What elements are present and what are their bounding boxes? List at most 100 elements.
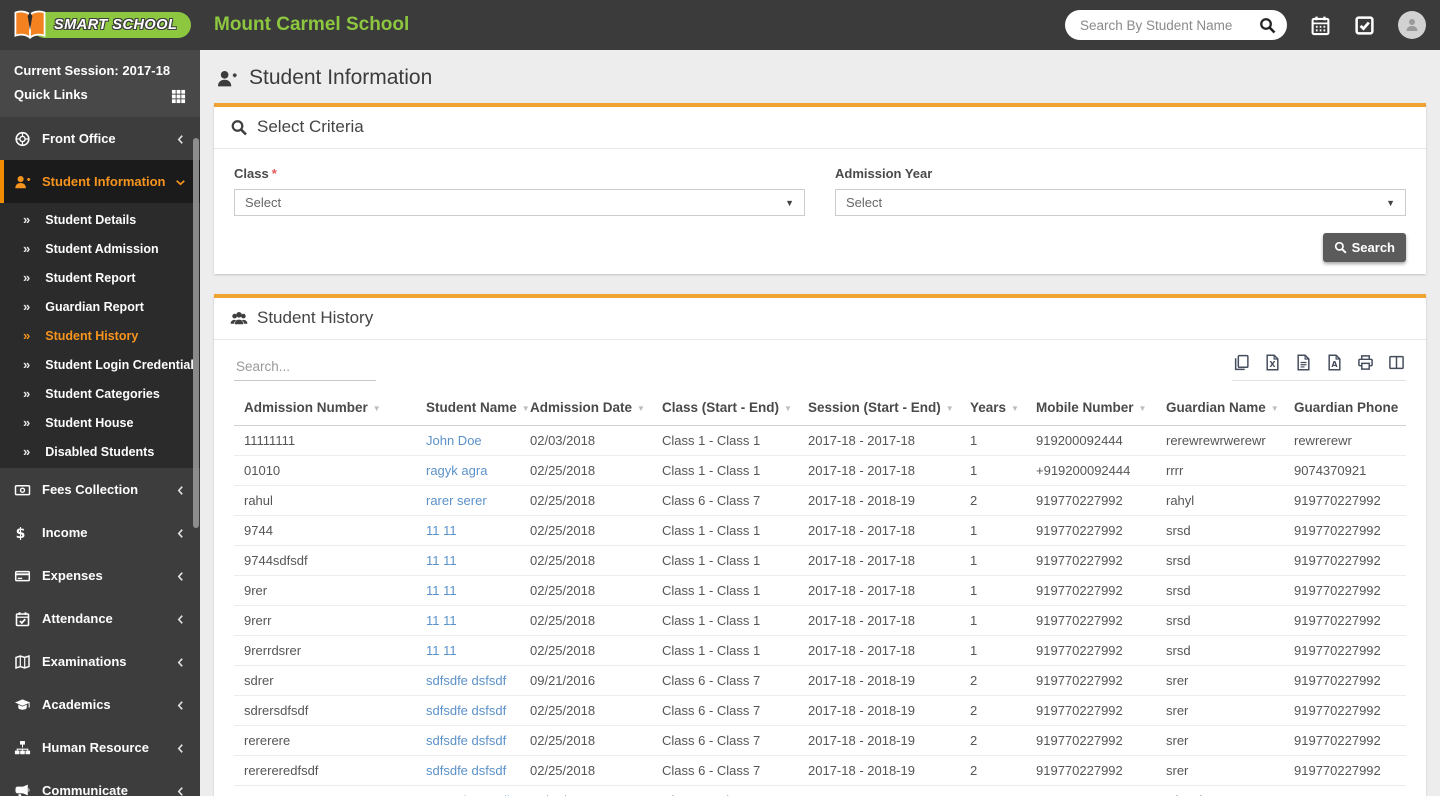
- table-cell: 02/25/2018: [520, 726, 652, 756]
- search-icon: [230, 119, 248, 136]
- student-history-panel: Student History XA Admission Number▼Stud…: [214, 294, 1426, 796]
- angles-right-icon: »: [23, 270, 30, 285]
- table-cell: 2: [960, 726, 1026, 756]
- column-header-class-start-end[interactable]: Class (Start - End)▼: [652, 391, 798, 426]
- student-name-link[interactable]: sdfsdfe dsfsdf: [426, 703, 506, 718]
- table-cell: 02/25/2018: [520, 786, 652, 796]
- sidebar-subitem-label: Student Login Credential: [45, 358, 194, 372]
- chevron-left-icon: [175, 742, 186, 753]
- table-cell: 919770227992: [1284, 636, 1406, 666]
- admission-year-label: Admission Year: [835, 166, 1406, 181]
- student-name-link[interactable]: rarer serer: [426, 493, 487, 508]
- table-cell: rewrerewr: [1284, 426, 1406, 456]
- grid-icon[interactable]: [171, 88, 186, 103]
- student-name-link[interactable]: 11 11: [426, 583, 457, 598]
- sidebar-item-expenses[interactable]: Expenses: [0, 554, 200, 597]
- student-name-link[interactable]: sdfsdfe dsfsdf: [426, 763, 506, 778]
- sidebar-item-academics[interactable]: Academics: [0, 683, 200, 726]
- table-row: 789456narendra modi02/25/2018Class 8 - C…: [234, 786, 1406, 796]
- chevron-left-icon: [175, 484, 186, 495]
- sidebar-item-communicate[interactable]: Communicate: [0, 769, 200, 796]
- sidebar-subitem-student-house[interactable]: »Student House: [0, 408, 200, 437]
- copy-icon[interactable]: [1233, 354, 1250, 371]
- class-select[interactable]: Select ▼: [234, 189, 805, 216]
- sidebar-item-attendance[interactable]: Attendance: [0, 597, 200, 640]
- table-cell: 2017-18 - 2018-19: [798, 726, 960, 756]
- column-header-mobile-number[interactable]: Mobile Number▼: [1026, 391, 1156, 426]
- sidebar-item-human-resource[interactable]: Human Resource: [0, 726, 200, 769]
- student-name-link[interactable]: 11 11: [426, 553, 457, 568]
- table-cell: 02/25/2018: [520, 456, 652, 486]
- sidebar-item-fees-collection[interactable]: Fees Collection: [0, 468, 200, 511]
- file-text-icon[interactable]: [1295, 354, 1312, 371]
- sidebar-item-label: Examinations: [42, 654, 127, 669]
- column-header-session-start-end[interactable]: Session (Start - End)▼: [798, 391, 960, 426]
- sidebar-subitem-student-categories[interactable]: »Student Categories: [0, 379, 200, 408]
- student-name-link[interactable]: 11 11: [426, 523, 457, 538]
- table-cell: 2017-18 - 2018-19: [798, 756, 960, 786]
- main-content: Student Information Select Criteria Clas…: [200, 50, 1440, 796]
- table-cell: srer: [1156, 666, 1284, 696]
- sidebar-scrollbar[interactable]: [193, 138, 199, 528]
- column-header-guardian-phone[interactable]: Guardian Phone: [1284, 391, 1406, 426]
- cell-student-name: ragyk agra: [416, 456, 520, 486]
- print-icon[interactable]: [1357, 354, 1374, 371]
- column-header-admission-date[interactable]: Admission Date▼: [520, 391, 652, 426]
- sidebar-subitem-label: Student Categories: [45, 387, 160, 401]
- table-cell: 2017-18 - 2017-18: [798, 606, 960, 636]
- calendar-icon[interactable]: [1310, 15, 1331, 36]
- sitemap-icon: [14, 740, 31, 756]
- app-logo[interactable]: SMART SCHOOL: [0, 9, 200, 41]
- avatar[interactable]: [1398, 11, 1426, 39]
- student-search-box[interactable]: [1065, 10, 1287, 40]
- student-search-input[interactable]: [1080, 18, 1242, 33]
- table-cell: 2017-18 - 2017-18: [798, 636, 960, 666]
- file-pdf-icon[interactable]: A: [1326, 354, 1343, 371]
- sidebar-subitem-disabled-students[interactable]: »Disabled Students: [0, 437, 200, 466]
- table-row: 9744sdfsdf11 1102/25/2018Class 1 - Class…: [234, 546, 1406, 576]
- column-header-years[interactable]: Years▼: [960, 391, 1026, 426]
- table-cell: 919770227992: [1026, 756, 1156, 786]
- table-cell: 9744: [234, 516, 416, 546]
- sidebar-subitem-student-report[interactable]: »Student Report: [0, 263, 200, 292]
- sidebar-item-examinations[interactable]: Examinations: [0, 640, 200, 683]
- student-name-link[interactable]: 11 11: [426, 613, 457, 628]
- table-cell: srer: [1156, 756, 1284, 786]
- student-name-link[interactable]: ragyk agra: [426, 463, 487, 478]
- search-button[interactable]: Search: [1323, 233, 1406, 262]
- student-name-link[interactable]: John Doe: [426, 433, 482, 448]
- student-name-link[interactable]: sdfsdfe dsfsdf: [426, 673, 506, 688]
- cell-student-name: sdfsdfe dsfsdf: [416, 696, 520, 726]
- sidebar-subitem-label: Student Admission: [45, 242, 158, 256]
- table-cell: 1: [960, 606, 1026, 636]
- sidebar-item-student-information[interactable]: Student Information: [0, 160, 200, 203]
- search-icon[interactable]: [1259, 17, 1276, 34]
- table-cell: rerereredfsdf: [234, 756, 416, 786]
- column-header-student-name[interactable]: Student Name▼: [416, 391, 520, 426]
- table-cell: 919770227992: [1026, 486, 1156, 516]
- sidebar-subitem-student-login-credential[interactable]: »Student Login Credential: [0, 350, 200, 379]
- sidebar-subitem-student-history[interactable]: »Student History: [0, 321, 200, 350]
- table-cell: srsd: [1156, 606, 1284, 636]
- sidebar-subitem-student-admission[interactable]: »Student Admission: [0, 234, 200, 263]
- column-header-admission-number[interactable]: Admission Number▼: [234, 391, 416, 426]
- column-header-guardian-name[interactable]: Guardian Name▼: [1156, 391, 1284, 426]
- check-square-icon[interactable]: [1354, 15, 1375, 36]
- sidebar-item-income[interactable]: $Income: [0, 511, 200, 554]
- table-row: rerereredfsdfsdfsdfe dsfsdf02/25/2018Cla…: [234, 756, 1406, 786]
- student-name-link[interactable]: 11 11: [426, 643, 457, 658]
- sort-caret-icon: ▼: [373, 404, 381, 413]
- sidebar-item-front-office[interactable]: Front Office: [0, 117, 200, 160]
- sidebar-subitem-guardian-report[interactable]: »Guardian Report: [0, 292, 200, 321]
- columns-icon[interactable]: [1388, 354, 1405, 371]
- sidebar-subitem-student-details[interactable]: »Student Details: [0, 205, 200, 234]
- table-cell: 02/25/2018: [520, 516, 652, 546]
- file-excel-icon[interactable]: X: [1264, 354, 1281, 371]
- table-search-input[interactable]: [234, 356, 376, 381]
- student-name-link[interactable]: sdfsdfe dsfsdf: [426, 733, 506, 748]
- table-cell: Class 1 - Class 1: [652, 576, 798, 606]
- calendar-check-icon: [14, 611, 31, 627]
- admission-year-select[interactable]: Select ▼: [835, 189, 1406, 216]
- table-cell: rrrr: [1156, 456, 1284, 486]
- table-cell: 919770227992: [1026, 516, 1156, 546]
